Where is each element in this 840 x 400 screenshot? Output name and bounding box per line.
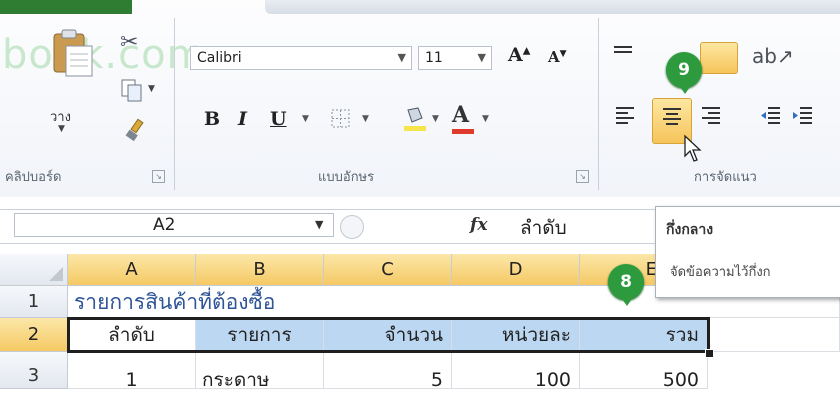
column-header-c[interactable]: C	[324, 254, 452, 286]
borders-button[interactable]	[330, 108, 352, 134]
callout-9-pointer	[678, 84, 692, 94]
decrease-indent-icon	[761, 107, 780, 124]
align-right-icon	[702, 107, 720, 124]
cell-a2[interactable]: ลำดับ	[68, 318, 196, 352]
clipboard-group-label: คลิปบอร์ด	[5, 170, 62, 185]
chevron-down-icon[interactable]: ▼	[302, 114, 309, 124]
clipboard-launcher-icon[interactable]: ↘	[152, 170, 165, 183]
copy-icon	[121, 79, 142, 102]
scissors-icon: ✂	[120, 30, 139, 55]
align-right-button[interactable]	[700, 104, 722, 130]
callout-9: 9	[666, 52, 702, 88]
column-header-a[interactable]: A	[68, 254, 196, 286]
cell-c2[interactable]: จำนวน	[324, 318, 452, 352]
formula-separator-grip[interactable]	[340, 215, 364, 239]
insert-function-icon[interactable]: fx	[470, 215, 487, 235]
callout-8-pointer	[620, 296, 634, 306]
cell-d3[interactable]: 100	[452, 352, 580, 389]
cell-e3[interactable]: 500	[580, 352, 708, 389]
column-header-d[interactable]: D	[452, 254, 580, 286]
alignment-group-label: การจัดแนว	[694, 170, 757, 185]
align-center-icon	[663, 108, 681, 125]
font-name-value: Calibri	[197, 50, 242, 66]
formula-input[interactable]: ลำดับ	[500, 212, 650, 239]
chevron-down-icon[interactable]: ▼	[482, 114, 489, 124]
italic-button[interactable]: I	[238, 108, 247, 130]
paste-icon	[53, 29, 93, 77]
name-box[interactable]: A2 ▼	[14, 213, 334, 237]
group-separator	[174, 18, 175, 190]
decrease-indent-button[interactable]	[760, 104, 782, 130]
cell-f2[interactable]	[708, 318, 840, 352]
format-painter-button[interactable]	[124, 118, 148, 146]
chevron-down-icon: ▼	[148, 84, 155, 94]
font-group-label: แบบอักษร	[318, 170, 375, 185]
increase-indent-icon	[793, 107, 812, 124]
tooltip-description: จัดข้อความไว้กึ่งก	[670, 265, 771, 280]
chevron-down-icon[interactable]: ▼	[362, 114, 369, 124]
font-color-icon: A	[452, 102, 470, 128]
chevron-down-icon: ▼	[397, 51, 406, 64]
select-all-icon	[49, 267, 63, 281]
column-header-b[interactable]: B	[196, 254, 324, 286]
cell-a3[interactable]: 1	[68, 352, 196, 389]
group-separator	[598, 18, 599, 190]
orientation-icon: ab↗	[752, 44, 794, 68]
borders-icon	[331, 109, 350, 128]
cell-b3[interactable]: กระดาษ	[196, 352, 324, 389]
ribbon-tab-strip	[265, 0, 840, 14]
tooltip-title: กึ่งกลาง	[666, 222, 714, 238]
font-color-button[interactable]: A	[452, 102, 474, 134]
chevron-down-icon[interactable]: ▼	[432, 114, 439, 124]
bold-button[interactable]: B	[204, 108, 220, 130]
cut-button[interactable]: ✂	[120, 30, 138, 55]
mouse-pointer-icon	[684, 134, 702, 162]
row-header-1[interactable]: 1	[0, 286, 68, 318]
row-header-2[interactable]: 2	[0, 318, 68, 352]
middle-align-button[interactable]	[700, 42, 738, 74]
cell-a1-title[interactable]: รายการสินค้าที่ต้องซื้อ	[68, 286, 580, 318]
paste-button[interactable]: วาง ▼	[38, 28, 108, 146]
font-size-combo[interactable]: 11 ▼	[418, 46, 492, 70]
cell-c3[interactable]: 5	[324, 352, 452, 389]
chevron-down-icon: ▼	[58, 124, 65, 134]
paint-bucket-icon	[404, 107, 426, 131]
callout-8: 8	[608, 264, 644, 300]
font-name-combo[interactable]: Calibri ▼	[190, 46, 412, 70]
fill-color-button[interactable]	[402, 104, 428, 138]
formula-value: ลำดับ	[520, 217, 567, 239]
grow-font-button[interactable]: A▲	[508, 44, 530, 66]
underline-button[interactable]: U	[270, 108, 287, 130]
chevron-down-icon: ▼	[477, 51, 486, 64]
top-align-button[interactable]	[612, 44, 634, 66]
file-tab-strip	[0, 0, 132, 14]
copy-button[interactable]: ▼	[120, 78, 155, 106]
orientation-button[interactable]: ab↗	[752, 44, 794, 68]
font-launcher-icon[interactable]: ↘	[576, 170, 589, 183]
shrink-font-button[interactable]: A▼	[548, 48, 567, 66]
name-box-value: A2	[153, 215, 176, 235]
cell-b2[interactable]: รายการ	[196, 318, 324, 352]
align-left-button[interactable]	[614, 104, 636, 130]
row-header-3[interactable]: 3	[0, 352, 68, 389]
select-all-corner[interactable]	[0, 254, 68, 286]
format-painter-icon	[125, 118, 144, 142]
fill-handle[interactable]	[705, 349, 714, 358]
chevron-down-icon[interactable]: ▼	[315, 218, 323, 231]
increase-indent-button[interactable]	[792, 104, 814, 130]
center-tooltip: กึ่งกลาง จัดข้อความไว้กึ่งก	[655, 206, 840, 298]
top-align-icon	[614, 46, 632, 53]
align-left-icon	[616, 107, 634, 124]
cell-d2[interactable]: หน่วยละ	[452, 318, 580, 352]
font-size-value: 11	[425, 50, 443, 66]
cell-e2[interactable]: รวม	[580, 318, 708, 352]
